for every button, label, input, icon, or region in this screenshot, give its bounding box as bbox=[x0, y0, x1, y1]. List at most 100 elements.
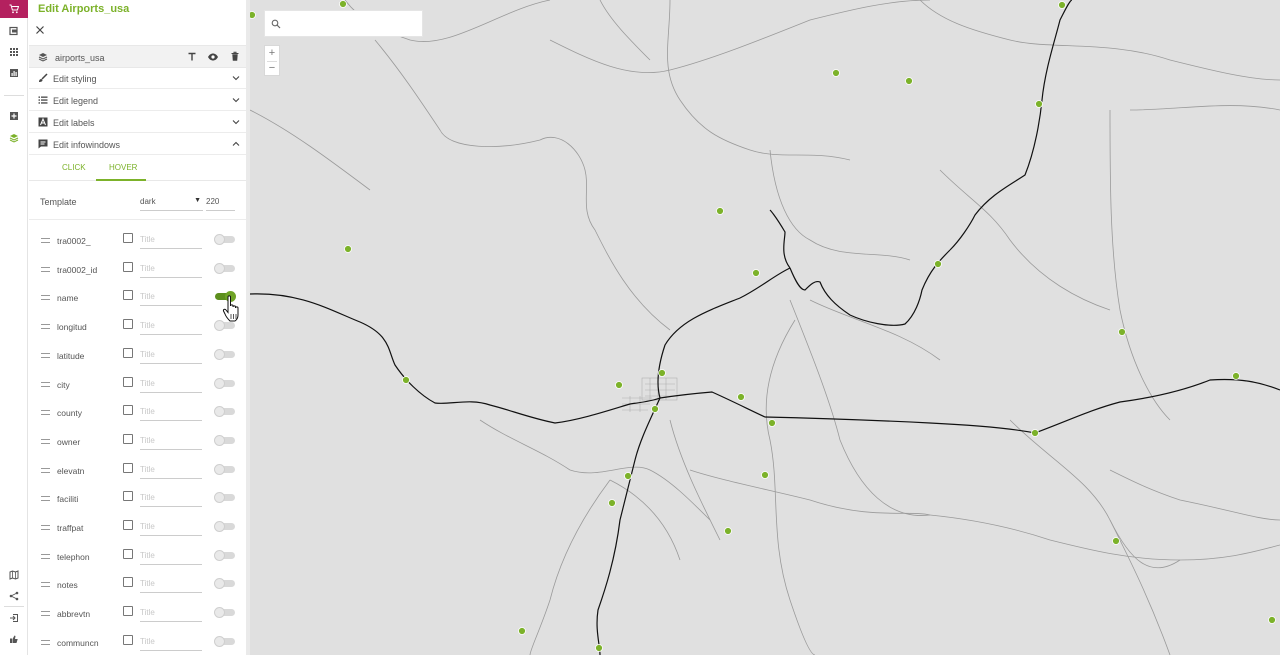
field-toggle[interactable] bbox=[214, 521, 235, 532]
title-checkbox[interactable] bbox=[123, 548, 133, 559]
drag-handle-icon[interactable] bbox=[41, 381, 50, 387]
logout-icon[interactable] bbox=[0, 608, 28, 628]
zoom-out-button[interactable]: − bbox=[265, 61, 279, 75]
field-toggle[interactable] bbox=[214, 578, 235, 590]
thumbs-up-icon[interactable] bbox=[0, 629, 28, 649]
field-toggle[interactable] bbox=[214, 348, 235, 360]
field-title-input[interactable]: Title bbox=[140, 576, 202, 594]
field-toggle[interactable] bbox=[214, 635, 235, 647]
width-input[interactable]: 220 bbox=[206, 192, 235, 211]
airport-point[interactable] bbox=[905, 77, 913, 85]
airport-point[interactable] bbox=[250, 11, 256, 19]
airport-point[interactable] bbox=[344, 245, 352, 253]
airport-point[interactable] bbox=[608, 499, 616, 507]
layers-icon[interactable] bbox=[0, 128, 28, 148]
field-title-input[interactable]: Title bbox=[140, 404, 202, 422]
field-toggle[interactable] bbox=[214, 234, 235, 245]
title-checkbox[interactable] bbox=[123, 606, 133, 617]
airport-point[interactable] bbox=[624, 472, 632, 480]
field-toggle[interactable] bbox=[214, 463, 235, 475]
field-title-input[interactable]: Title bbox=[140, 376, 202, 393]
drag-handle-icon[interactable] bbox=[41, 324, 50, 330]
airport-point[interactable] bbox=[934, 260, 942, 268]
grid-icon[interactable] bbox=[0, 42, 28, 62]
title-checkbox[interactable] bbox=[123, 319, 133, 330]
field-title-input[interactable]: Title bbox=[140, 433, 202, 450]
airport-point[interactable] bbox=[1035, 100, 1043, 108]
datasets-icon[interactable] bbox=[0, 21, 28, 41]
zoom-in-button[interactable]: + bbox=[265, 46, 279, 60]
field-toggle[interactable] bbox=[214, 262, 235, 274]
title-checkbox[interactable] bbox=[123, 233, 133, 243]
drag-handle-icon[interactable] bbox=[41, 266, 50, 272]
drag-handle-icon[interactable] bbox=[41, 525, 50, 530]
trash-icon[interactable] bbox=[230, 51, 240, 62]
field-toggle[interactable] bbox=[214, 377, 235, 389]
add-layer-icon[interactable] bbox=[0, 106, 28, 126]
airport-point[interactable] bbox=[761, 471, 769, 479]
search-input[interactable] bbox=[285, 16, 415, 32]
airport-point[interactable] bbox=[1118, 328, 1126, 336]
cart-icon[interactable] bbox=[0, 0, 28, 18]
airport-point[interactable] bbox=[1058, 1, 1066, 9]
edit-legend-section[interactable]: Edit legend bbox=[29, 90, 248, 111]
title-checkbox[interactable] bbox=[123, 261, 133, 272]
title-checkbox[interactable] bbox=[123, 433, 133, 444]
drag-handle-icon[interactable] bbox=[41, 611, 50, 617]
title-checkbox[interactable] bbox=[123, 376, 133, 387]
drag-handle-icon[interactable] bbox=[41, 467, 50, 473]
title-checkbox[interactable] bbox=[123, 491, 133, 502]
field-toggle[interactable] bbox=[214, 607, 235, 619]
airport-point[interactable] bbox=[737, 393, 745, 401]
title-checkbox[interactable] bbox=[123, 634, 133, 645]
field-title-input[interactable]: Title bbox=[140, 232, 202, 249]
search-box[interactable] bbox=[264, 10, 423, 37]
drag-handle-icon[interactable] bbox=[41, 352, 50, 358]
eye-icon[interactable] bbox=[207, 52, 219, 62]
field-title-input[interactable]: Title bbox=[140, 490, 202, 508]
layer-row[interactable]: airports_usa bbox=[29, 45, 248, 68]
drag-handle-icon[interactable] bbox=[41, 553, 50, 559]
airport-point[interactable] bbox=[615, 381, 623, 389]
airport-point[interactable] bbox=[1112, 537, 1120, 545]
title-checkbox[interactable] bbox=[123, 405, 133, 416]
title-checkbox[interactable] bbox=[123, 462, 133, 473]
edit-infowindows-section[interactable]: Edit infowindows bbox=[29, 134, 248, 155]
airport-point[interactable] bbox=[724, 527, 732, 535]
tab-click[interactable]: CLICK bbox=[62, 163, 86, 172]
airport-point[interactable] bbox=[658, 369, 666, 377]
map-icon[interactable] bbox=[0, 565, 28, 585]
field-title-input[interactable]: Title bbox=[140, 289, 202, 307]
title-checkbox[interactable] bbox=[123, 577, 133, 588]
airport-point[interactable] bbox=[595, 644, 603, 652]
field-toggle[interactable] bbox=[214, 434, 235, 446]
map-canvas[interactable]: + − bbox=[250, 0, 1280, 655]
airport-point[interactable] bbox=[768, 419, 776, 427]
airport-point[interactable] bbox=[339, 0, 347, 8]
field-title-input[interactable]: Title bbox=[140, 261, 202, 278]
field-title-input[interactable]: Title bbox=[140, 519, 202, 536]
title-checkbox[interactable] bbox=[123, 520, 133, 530]
drag-handle-icon[interactable] bbox=[41, 438, 50, 444]
template-select[interactable]: dark ▼ bbox=[140, 192, 203, 211]
drag-handle-icon[interactable] bbox=[41, 582, 50, 588]
drag-handle-icon[interactable] bbox=[41, 410, 50, 416]
edit-labels-section[interactable]: Edit labels bbox=[29, 112, 248, 133]
rename-icon[interactable] bbox=[187, 52, 197, 62]
airport-point[interactable] bbox=[716, 207, 724, 215]
field-title-input[interactable]: Title bbox=[140, 548, 202, 565]
airport-point[interactable] bbox=[1031, 429, 1039, 437]
field-title-input[interactable]: Title bbox=[140, 462, 202, 479]
field-toggle[interactable] bbox=[214, 406, 235, 418]
title-checkbox[interactable] bbox=[123, 290, 133, 301]
close-icon[interactable] bbox=[34, 24, 46, 36]
field-title-input[interactable]: Title bbox=[140, 634, 202, 651]
airport-point[interactable] bbox=[1232, 372, 1240, 380]
field-title-input[interactable]: Title bbox=[140, 318, 202, 336]
edit-styling-section[interactable]: Edit styling bbox=[29, 68, 248, 89]
airport-point[interactable] bbox=[752, 269, 760, 277]
field-toggle[interactable] bbox=[214, 549, 235, 561]
field-title-input[interactable]: Title bbox=[140, 605, 202, 623]
title-checkbox[interactable] bbox=[123, 347, 133, 358]
field-title-input[interactable]: Title bbox=[140, 347, 202, 364]
